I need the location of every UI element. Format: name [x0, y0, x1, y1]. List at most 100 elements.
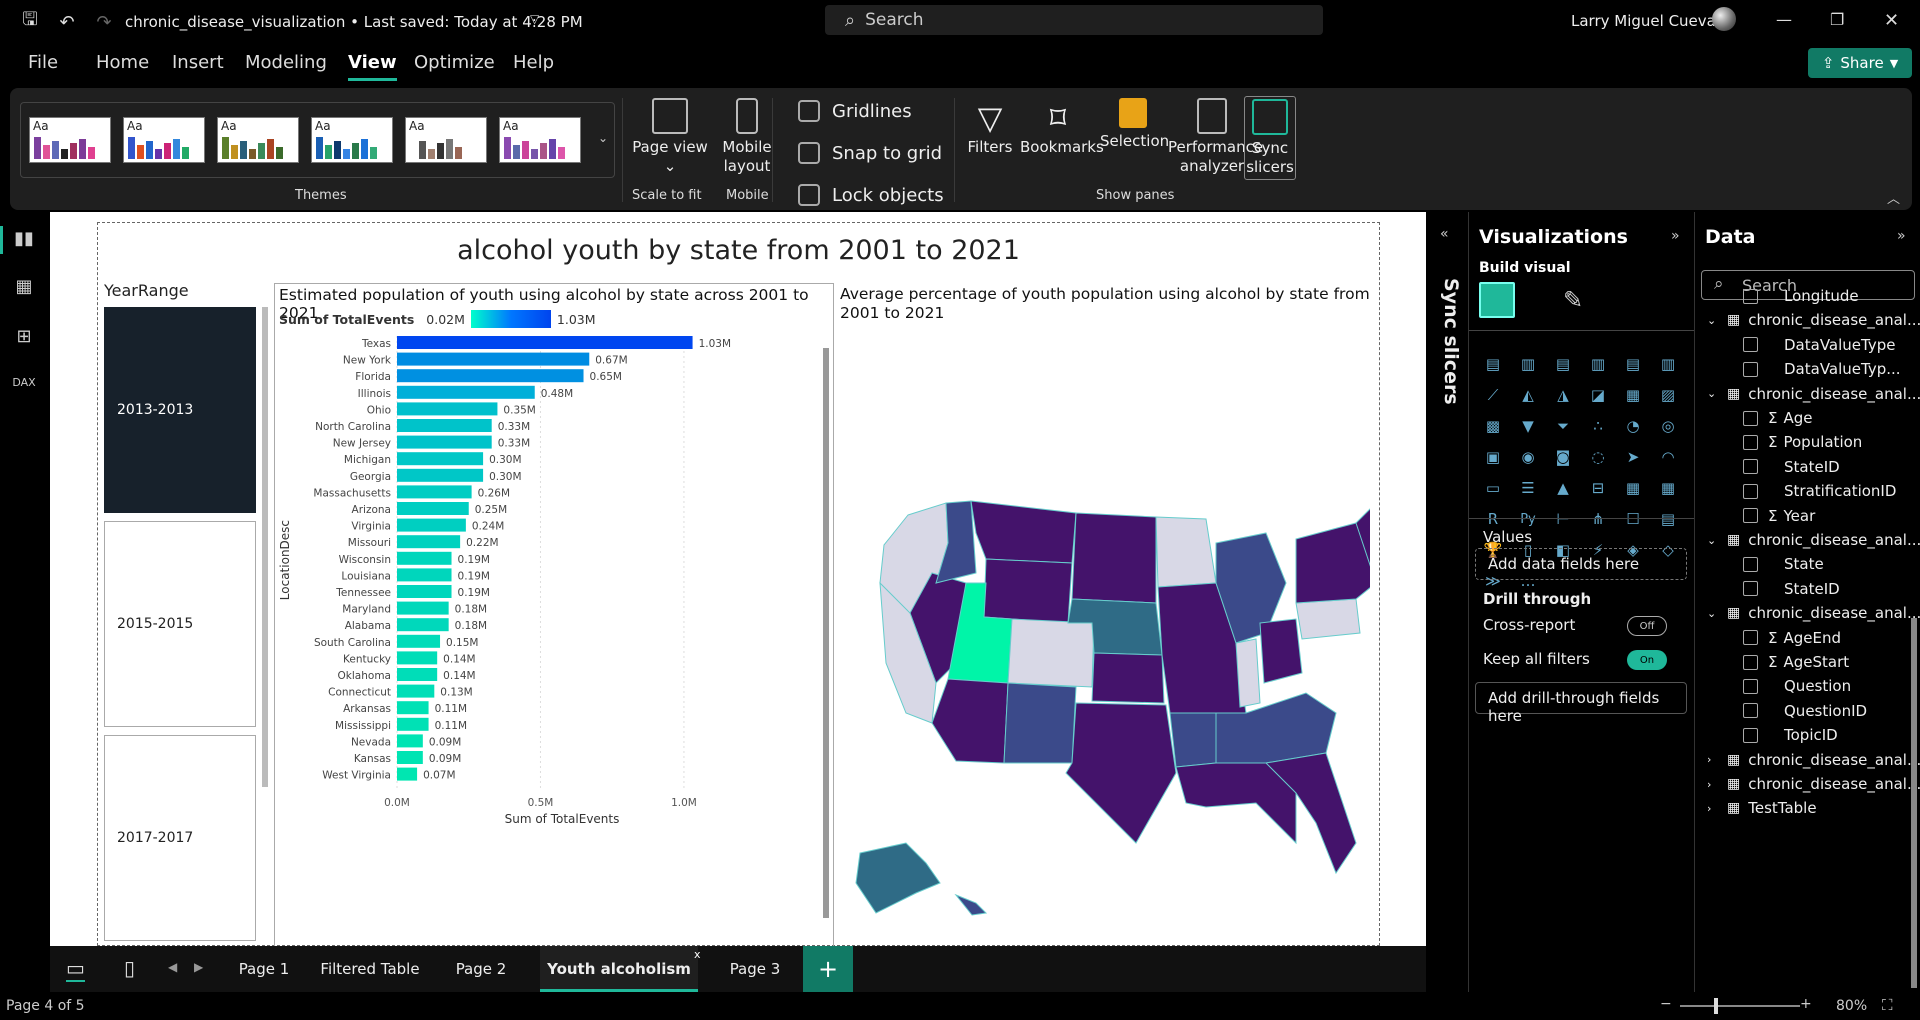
cross-report-toggle[interactable]: Off: [1627, 616, 1667, 636]
chevron-down-icon[interactable]: ⌄: [1707, 387, 1721, 400]
field-item[interactable]: QuestionID: [1743, 702, 1867, 720]
pie-icon[interactable]: ◔: [1621, 414, 1645, 438]
restore-icon[interactable]: ❐: [1830, 10, 1844, 29]
slicer-item[interactable]: 2013-2013: [104, 307, 256, 513]
build-visual-icon[interactable]: [1479, 282, 1515, 318]
field-checkbox[interactable]: [1743, 678, 1758, 694]
field-item[interactable]: DataValueType: [1743, 336, 1895, 354]
zoom-out-icon[interactable]: −: [1660, 996, 1672, 1012]
stacked-column-icon[interactable]: ▥: [1516, 352, 1540, 376]
tab-youth-alcoholism[interactable]: Youth alcoholism: [540, 946, 698, 992]
matrix-icon[interactable]: ▦: [1656, 476, 1680, 500]
field-checkbox[interactable]: [1743, 459, 1758, 475]
slicer-scrollbar[interactable]: [262, 307, 268, 787]
100-bar-icon[interactable]: ▤: [1621, 352, 1645, 376]
sync-slicers-button[interactable]: Sync slicers: [1244, 96, 1296, 180]
gauge-icon[interactable]: ◠: [1656, 445, 1680, 469]
desktop-layout-icon[interactable]: ▭: [66, 956, 85, 982]
theme-4[interactable]: Aa: [311, 117, 393, 163]
chevron-down-icon[interactable]: ⌄: [1707, 607, 1721, 620]
next-page-icon[interactable]: ▶: [194, 960, 203, 974]
zoom-slider-track[interactable]: [1680, 1005, 1800, 1007]
drill-through-well[interactable]: Add drill-through fields here: [1475, 682, 1687, 725]
table-node[interactable]: ⌄ ▦ chronic_disease_anal...: [1707, 311, 1920, 329]
field-item[interactable]: Question: [1743, 677, 1851, 695]
azure-map-icon[interactable]: ➤: [1621, 445, 1645, 469]
treemap-icon[interactable]: ▣: [1481, 445, 1505, 469]
narrative-icon[interactable]: ▤: [1656, 507, 1680, 531]
waterfall-icon[interactable]: ▩: [1481, 414, 1505, 438]
snap-to-grid-checkbox[interactable]: Snap to grid: [798, 142, 942, 164]
menu-insert[interactable]: Insert: [172, 52, 224, 73]
field-checkbox[interactable]: [1743, 654, 1758, 670]
field-item[interactable]: Σ Age: [1743, 409, 1813, 427]
tab-page-2[interactable]: Page 2: [430, 946, 532, 992]
key-influencers-icon[interactable]: ⊢: [1551, 507, 1575, 531]
collapse-icon[interactable]: »: [1897, 228, 1906, 244]
field-checkbox[interactable]: [1743, 727, 1758, 743]
funnel-icon[interactable]: ▼: [1516, 414, 1540, 438]
filled-map-icon[interactable]: ◙: [1551, 445, 1575, 469]
page-view-button[interactable]: Page view ⌄: [632, 98, 708, 176]
field-checkbox[interactable]: [1743, 410, 1758, 426]
map-visual[interactable]: Average percentage of youth population u…: [840, 283, 1370, 947]
field-item[interactable]: StateID: [1743, 458, 1840, 476]
field-checkbox[interactable]: [1743, 630, 1758, 646]
sync-slicers-pane[interactable]: « Sync slicers: [1426, 212, 1468, 992]
field-checkbox[interactable]: [1743, 556, 1758, 572]
scatter-icon[interactable]: ∴: [1586, 414, 1610, 438]
slicer-item[interactable]: 2017-2017: [104, 735, 256, 941]
chevron-down-icon[interactable]: ⌄: [1707, 314, 1721, 327]
theme-6[interactable]: Aa: [499, 117, 581, 163]
field-item[interactable]: DataValueTyp...: [1743, 360, 1901, 378]
kpi-icon[interactable]: ▲: [1551, 476, 1575, 500]
decomposition-tree-icon[interactable]: ⋔: [1586, 507, 1610, 531]
theme-5[interactable]: Aa: [405, 117, 487, 163]
avatar[interactable]: [1712, 7, 1736, 31]
table-node[interactable]: › ▦ chronic_disease_anal...: [1707, 751, 1920, 769]
field-checkbox[interactable]: [1743, 483, 1758, 499]
clustered-column-icon[interactable]: ▥: [1586, 352, 1610, 376]
prev-page-icon[interactable]: ◀: [168, 960, 177, 974]
card-icon[interactable]: ▭: [1481, 476, 1505, 500]
table-view-icon[interactable]: ▦: [12, 276, 36, 298]
stacked-area-icon[interactable]: ◮: [1551, 383, 1575, 407]
tab-page-1[interactable]: Page 1: [218, 946, 310, 992]
user-name[interactable]: Larry Miguel Cueva: [1571, 12, 1716, 30]
line-chart-icon[interactable]: ⟋: [1481, 383, 1505, 407]
area-chart-icon[interactable]: ◭: [1516, 383, 1540, 407]
menu-optimize[interactable]: Optimize: [414, 52, 495, 73]
menu-help[interactable]: Help: [513, 52, 554, 73]
dax-query-icon[interactable]: DAX: [12, 376, 36, 398]
table-node[interactable]: ⌄ ▦ chronic_disease_anal...: [1707, 385, 1920, 403]
field-item[interactable]: Σ Year: [1743, 507, 1815, 525]
menu-modeling[interactable]: Modeling: [245, 52, 327, 73]
zoom-slider-thumb[interactable]: [1714, 998, 1718, 1014]
zoom-in-icon[interactable]: +: [1800, 996, 1812, 1012]
table-node[interactable]: ⌄ ▦ chronic_disease_anal...: [1707, 604, 1920, 622]
close-tab-icon[interactable]: x: [694, 948, 701, 961]
theme-1[interactable]: Aa: [29, 117, 111, 163]
menu-file[interactable]: File: [28, 52, 58, 73]
menu-home[interactable]: Home: [96, 52, 149, 73]
lock-objects-checkbox[interactable]: Lock objects: [798, 184, 944, 206]
table-node[interactable]: › ▦ TestTable: [1707, 799, 1817, 817]
filters-button[interactable]: ▽ Filters: [964, 98, 1016, 157]
model-view-icon[interactable]: ⊞: [12, 326, 36, 348]
slicer-icon[interactable]: ⊟: [1586, 476, 1610, 500]
map-icon[interactable]: ◉: [1516, 445, 1540, 469]
tab-filtered-table[interactable]: Filtered Table: [312, 946, 428, 992]
field-checkbox[interactable]: [1743, 703, 1758, 719]
add-page-button[interactable]: +: [803, 946, 853, 992]
gridlines-checkbox[interactable]: Gridlines: [798, 100, 912, 122]
values-well[interactable]: Add data fields here: [1475, 548, 1687, 580]
fit-page-icon[interactable]: ⛶: [1882, 996, 1893, 1014]
field-item[interactable]: TopicID: [1743, 726, 1838, 744]
field-item[interactable]: Σ AgeEnd: [1743, 629, 1841, 647]
shape-map-icon[interactable]: ◌: [1586, 445, 1610, 469]
chevron-down-icon[interactable]: ▽: [530, 12, 539, 26]
menu-view[interactable]: View: [348, 52, 397, 81]
ribbon-chart-icon[interactable]: ▨: [1656, 383, 1680, 407]
data-scrollbar[interactable]: [1911, 618, 1917, 988]
qa-icon[interactable]: ☐: [1621, 507, 1645, 531]
